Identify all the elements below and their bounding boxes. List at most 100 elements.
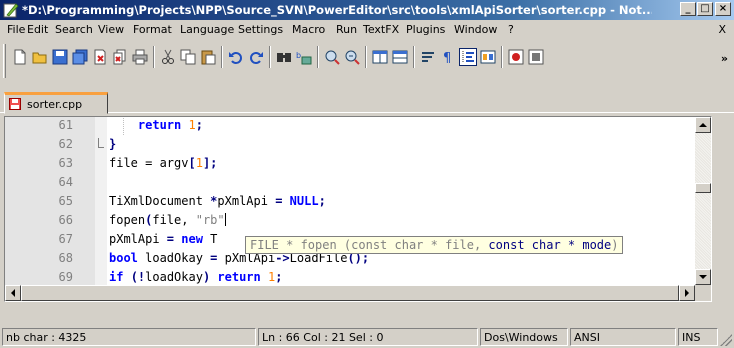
code-line[interactable]: 66 fopen(file, "rb" <box>5 211 695 230</box>
arrow-up-icon <box>699 123 707 127</box>
code-token: new <box>181 232 203 246</box>
vertical-scroll-thumb[interactable] <box>695 183 711 193</box>
replace-icon[interactable]: b <box>296 49 312 65</box>
menu-window[interactable]: Window <box>454 23 497 36</box>
toolbar-grip[interactable] <box>3 44 6 78</box>
minimize-icon: _ <box>685 3 691 14</box>
code-token: } <box>109 137 117 151</box>
code-line[interactable]: 62} <box>5 135 695 154</box>
text-caret <box>224 213 226 226</box>
close-all-icon[interactable] <box>112 49 128 65</box>
line-number: 67 <box>58 232 73 246</box>
copy-icon[interactable] <box>180 49 196 65</box>
scroll-right-button[interactable] <box>679 285 695 301</box>
code-token: [ <box>188 156 196 170</box>
scrollbar-corner <box>695 285 711 301</box>
code-token: NULL <box>289 194 319 208</box>
fold-end-marker[interactable] <box>98 138 104 148</box>
record-macro-icon[interactable] <box>508 49 524 65</box>
code-token: ; <box>275 270 283 284</box>
undo-icon[interactable] <box>228 49 244 65</box>
line-number: 62 <box>58 137 73 151</box>
code-token: file = argv <box>109 156 189 170</box>
scroll-up-button[interactable] <box>695 117 711 133</box>
sync-horizontal-icon[interactable] <box>392 49 408 65</box>
scroll-down-button[interactable] <box>695 269 711 285</box>
window-title: *D:\Programming\Projects\NPP\Source_SVN\… <box>22 3 652 17</box>
title-bar[interactable]: *D:\Programming\Projects\NPP\Source_SVN\… <box>0 0 734 20</box>
code-token: pXmlApi <box>109 232 167 246</box>
menu-textfx[interactable]: TextFX <box>363 23 399 36</box>
word-wrap-icon[interactable] <box>420 49 436 65</box>
svg-text:b: b <box>296 51 301 60</box>
line-number: 68 <box>58 251 73 265</box>
menu-run[interactable]: Run <box>336 23 357 36</box>
show-all-chars-icon[interactable]: ¶ <box>440 49 456 65</box>
code-line[interactable]: 63 file = argv[1]; <box>5 154 695 173</box>
user-lang-icon[interactable] <box>480 49 496 65</box>
cut-icon[interactable] <box>160 49 176 65</box>
line-number: 65 <box>58 194 73 208</box>
menu-edit[interactable]: Edit <box>27 23 48 36</box>
close-icon: × <box>718 3 728 14</box>
save-icon[interactable] <box>52 49 68 65</box>
find-icon[interactable] <box>276 49 292 65</box>
horizontal-scroll-thumb[interactable] <box>21 285 679 301</box>
unsaved-file-icon <box>9 98 21 110</box>
code-token: T <box>202 232 218 246</box>
code-token: bool <box>109 251 138 265</box>
status-encoding: ANSI <box>570 328 676 346</box>
code-text: fopen(file, "rb" <box>109 213 226 227</box>
close-file-icon[interactable] <box>92 49 108 65</box>
code-text: } <box>109 137 116 151</box>
menu-format[interactable]: Format <box>133 23 172 36</box>
menu-search[interactable]: Search <box>55 23 93 36</box>
menu-file[interactable]: File <box>7 23 25 36</box>
code-token: return <box>137 118 182 132</box>
new-file-icon[interactable] <box>12 49 28 65</box>
status-eol-format: Dos\Windows <box>480 328 568 346</box>
code-text: return 1; <box>109 118 203 132</box>
code-token: if <box>109 270 124 284</box>
close-window-button[interactable]: × <box>715 2 731 16</box>
code-text: pXmlApi = new T <box>109 232 217 246</box>
code-line[interactable]: 64 <box>5 173 695 192</box>
code-token: ; <box>195 118 203 132</box>
menu-settings[interactable]: Settings <box>238 23 283 36</box>
menu-view[interactable]: View <box>98 23 124 36</box>
open-file-icon[interactable] <box>32 49 48 65</box>
menu-help[interactable]: ? <box>508 23 514 36</box>
code-editor[interactable]: 61 return 1; 62} 63 file = argv[1]; 64 65 TiXm… <box>4 116 712 302</box>
zoom-in-icon[interactable] <box>324 49 340 65</box>
zoom-out-icon[interactable] <box>344 49 360 65</box>
maximize-button[interactable]: □ <box>697 2 713 16</box>
menu-macro[interactable]: Macro <box>292 23 325 36</box>
code-line[interactable]: 65 TiXmlDocument *pXmlApi = NULL; <box>5 192 695 211</box>
code-token: TiXmlDocument <box>109 194 211 208</box>
stop-record-icon[interactable] <box>528 49 544 65</box>
sync-vertical-icon[interactable] <box>372 49 388 65</box>
line-number: 63 <box>58 156 73 170</box>
scroll-left-button[interactable] <box>5 285 21 301</box>
status-char-count: nb char : 4325 <box>2 328 256 346</box>
menu-plugins[interactable]: Plugins <box>406 23 445 36</box>
redo-icon[interactable] <box>248 49 264 65</box>
close-document-button[interactable]: X <box>718 23 726 36</box>
code-line[interactable]: 61 return 1; <box>5 117 695 135</box>
resize-grip-icon[interactable] <box>720 334 732 346</box>
code-token: loadOkay <box>137 251 211 265</box>
print-icon[interactable] <box>132 49 148 65</box>
maximize-icon: □ <box>700 3 710 14</box>
calltip-close: ) <box>611 238 619 252</box>
paste-icon[interactable] <box>200 49 216 65</box>
minimize-button[interactable]: _ <box>680 2 696 16</box>
tab-sorter-cpp[interactable]: sorter.cpp <box>4 92 108 114</box>
horizontal-scrollbar[interactable] <box>5 285 695 301</box>
vertical-scrollbar[interactable] <box>695 117 711 285</box>
indent-guide-icon[interactable] <box>459 48 477 66</box>
toolbar-overflow-chevron-icon[interactable]: » <box>721 52 728 65</box>
line-number: 61 <box>58 118 73 132</box>
menu-language[interactable]: Language <box>180 23 234 36</box>
save-all-icon[interactable] <box>72 49 88 65</box>
